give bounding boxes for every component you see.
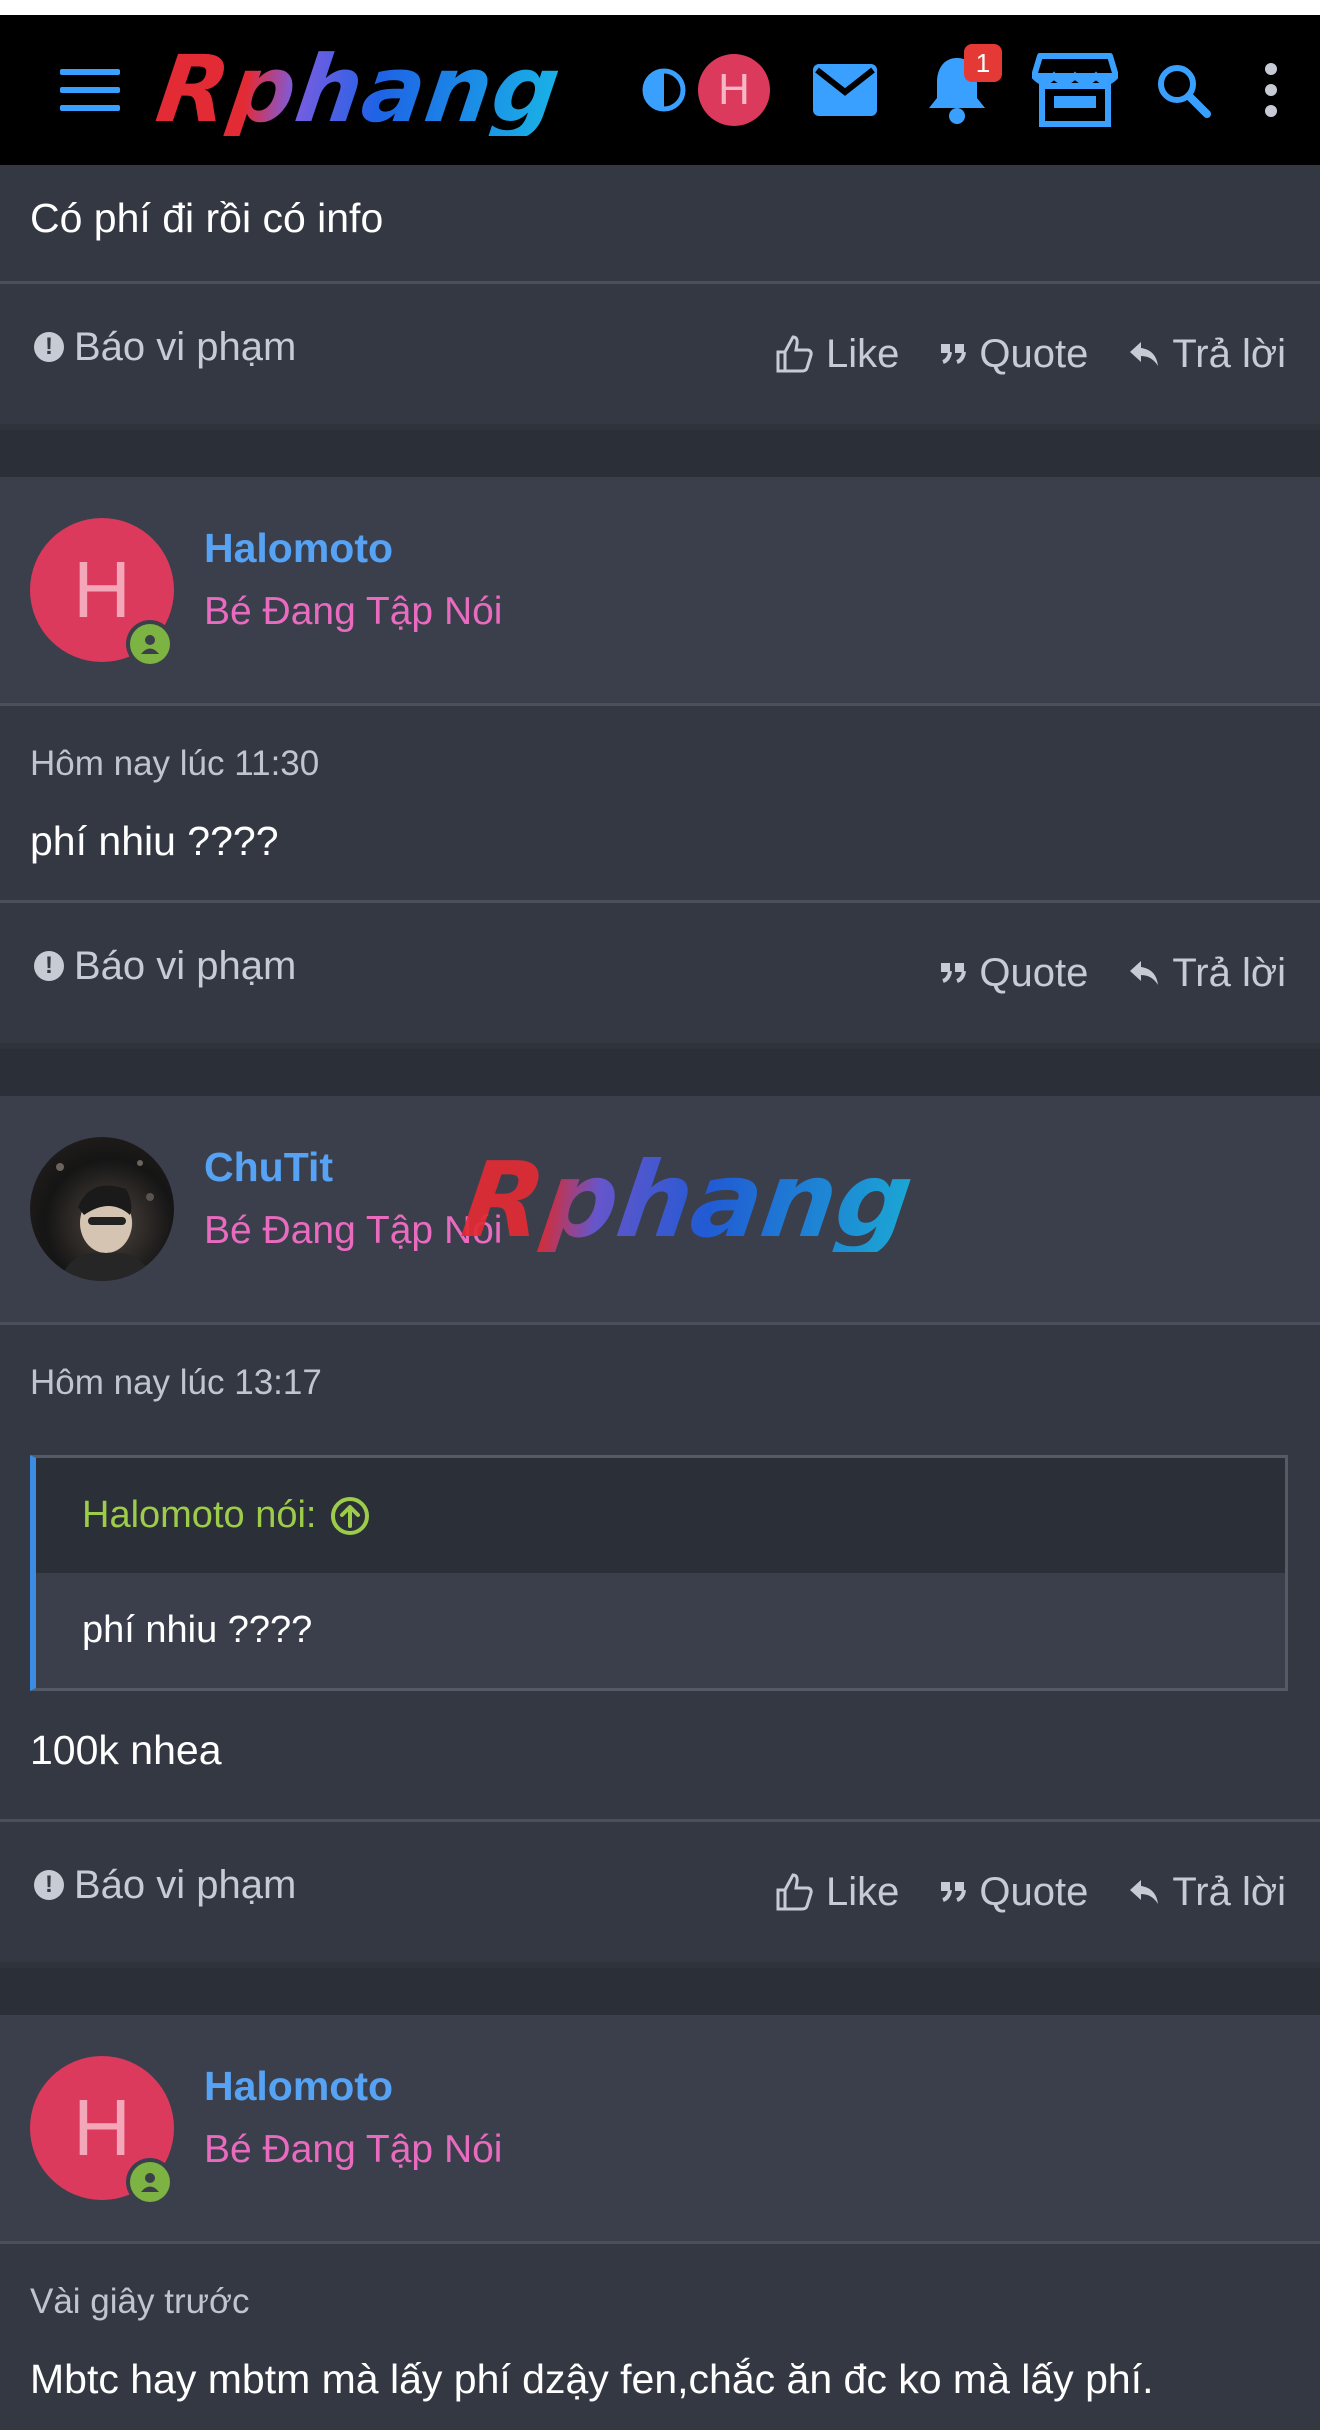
username[interactable]: Halomoto (204, 525, 502, 572)
post-partial: Có phí đi rồi có info (0, 165, 1320, 281)
thumbs-up-icon (776, 335, 813, 373)
avatar[interactable] (30, 1137, 174, 1281)
post-message: Có phí đi rồi có info (30, 194, 384, 241)
online-status-icon (126, 620, 174, 668)
post-user-header: H Halomoto Bé Đang Tập Nói (0, 477, 1320, 703)
quote-icon (941, 963, 967, 983)
mail-icon[interactable] (810, 55, 880, 125)
more-vertical-icon[interactable] (1256, 57, 1286, 123)
reply-button[interactable]: Trả lời (1128, 332, 1286, 377)
username[interactable]: ChuTit (204, 1144, 502, 1191)
report-button[interactable]: ! Báo vi phạm (34, 325, 296, 370)
post-message: phí nhiu ???? (30, 818, 279, 864)
top-navbar: Rphang H 1 (0, 15, 1320, 165)
site-logo[interactable]: Rphang (151, 36, 568, 143)
report-label: Báo vi phạm (74, 943, 297, 988)
online-status-icon (126, 2158, 174, 2206)
search-icon[interactable] (1150, 57, 1216, 123)
thumbs-up-icon (776, 1873, 813, 1911)
like-button[interactable]: Like (774, 1870, 899, 1915)
contrast-icon[interactable] (636, 62, 692, 118)
quote-button[interactable]: Quote (939, 1870, 1088, 1915)
reply-icon (1130, 961, 1159, 985)
notification-badge: 1 (964, 44, 1002, 82)
store-icon[interactable] (1030, 50, 1120, 130)
avatar[interactable]: H (30, 2056, 174, 2206)
arrow-up-circle-icon (331, 1496, 370, 1535)
post-actions: ! Báo vi phạm Quote Trả lời (0, 903, 1320, 1043)
alert-icon: ! (34, 1870, 64, 1900)
reply-label: Trả lời (1172, 950, 1286, 995)
quote-label: Quote (979, 950, 1089, 995)
post-message: 100k nhea (30, 1727, 222, 1773)
like-label: Like (826, 331, 900, 376)
bell-icon[interactable]: 1 (922, 44, 1002, 130)
quote-block: Halomoto nói: phí nhiu ???? (30, 1455, 1288, 1691)
quote-header[interactable]: Halomoto nói: (36, 1458, 1285, 1573)
reply-button[interactable]: Trả lời (1128, 951, 1286, 996)
post-gap (0, 430, 1320, 477)
alert-icon: ! (34, 951, 64, 981)
post-body: Vài giây trước Mbtc hay mbtm mà lấy phí … (0, 2244, 1320, 2430)
reply-label: Trả lời (1172, 1869, 1286, 1914)
user-avatar[interactable]: H (698, 54, 770, 126)
post-user-header: H Halomoto Bé Đang Tập Nói (0, 2015, 1320, 2241)
quote-icon (941, 1882, 967, 1902)
like-button[interactable]: Like (774, 332, 899, 377)
report-button[interactable]: ! Báo vi phạm (34, 944, 296, 989)
reply-icon (1130, 342, 1159, 366)
post-body: Hôm nay lúc 13:17 Halomoto nói: phí nhiu… (0, 1325, 1320, 1819)
reply-label: Trả lời (1172, 331, 1286, 376)
post-date[interactable]: Vài giây trước (0, 2282, 1320, 2322)
quote-author: Halomoto nói: (82, 1494, 317, 1536)
post-message: Mbtc hay mbtm mà lấy phí dzậy fen,chắc ă… (30, 2356, 1154, 2402)
avatar-photo (30, 1137, 174, 1281)
post-gap (0, 1049, 1320, 1096)
reply-icon (1130, 1880, 1159, 1904)
post-actions: ! Báo vi phạm Like Quote Trả lời (0, 284, 1320, 424)
reply-button[interactable]: Trả lời (1128, 1870, 1286, 1915)
post-gap (0, 1968, 1320, 2015)
post-date[interactable]: Hôm nay lúc 11:30 (0, 744, 1320, 784)
quote-label: Quote (979, 331, 1089, 376)
username[interactable]: Halomoto (204, 2063, 502, 2110)
report-label: Báo vi phạm (74, 1862, 297, 1907)
quote-text: phí nhiu ???? (82, 1609, 313, 1651)
post-date[interactable]: Hôm nay lúc 13:17 (0, 1363, 1320, 1403)
avatar[interactable]: H (30, 518, 174, 668)
report-label: Báo vi phạm (74, 324, 297, 369)
user-title: Bé Đang Tập Nói (204, 589, 503, 633)
like-label: Like (826, 1869, 900, 1914)
quote-button[interactable]: Quote (939, 332, 1088, 377)
post-body: Hôm nay lúc 11:30 phí nhiu ???? (0, 706, 1320, 900)
menu-icon[interactable] (50, 50, 130, 130)
post-actions: ! Báo vi phạm Like Quote Trả lời (0, 1822, 1320, 1962)
report-button[interactable]: ! Báo vi phạm (34, 1863, 296, 1908)
quote-icon (941, 344, 967, 364)
quote-label: Quote (979, 1869, 1089, 1914)
alert-icon: ! (34, 332, 64, 362)
watermark-logo: Rphang (455, 1139, 920, 1261)
user-title: Bé Đang Tập Nói (204, 2127, 503, 2171)
status-strip (0, 0, 1320, 15)
quote-button[interactable]: Quote (939, 951, 1088, 996)
